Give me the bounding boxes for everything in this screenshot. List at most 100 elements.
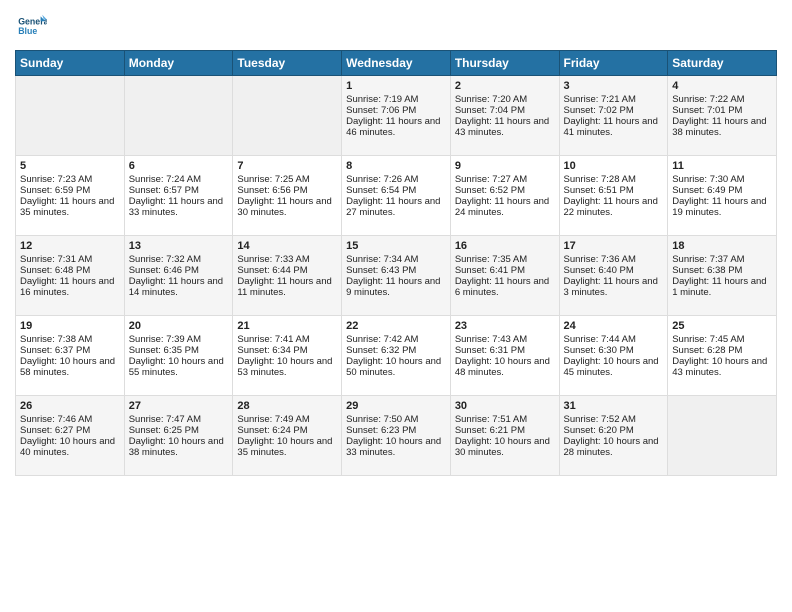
day-number: 23	[455, 320, 555, 332]
calendar-cell: 16 Sunrise: 7:35 AMSunset: 6:41 PMDayligh…	[450, 236, 559, 316]
sunset-text: Sunset: 6:21 PM	[455, 425, 555, 436]
header-day-wednesday: Wednesday	[342, 51, 451, 76]
day-number: 26	[20, 400, 120, 412]
sunrise-text: Sunrise: 7:46 AM	[20, 414, 120, 425]
calendar-cell	[233, 76, 342, 156]
sunrise-text: Sunrise: 7:43 AM	[455, 334, 555, 345]
sunrise-text: Sunrise: 7:27 AM	[455, 174, 555, 185]
calendar-cell: 29Sunrise: 7:50 AMSunset: 6:23 PMDayligh…	[342, 396, 451, 476]
sunrise-text: Sunrise: 7:41 AM	[237, 334, 337, 345]
week-row-1: 1Sunrise: 7:19 AMSunset: 7:06 PMDaylight…	[16, 76, 777, 156]
sunrise-text: Sunrise: 7:33 AM	[237, 254, 337, 265]
sunset-text: Sunset: 6:35 PM	[129, 345, 229, 356]
sunset-text: Sunset: 6:46 PM	[129, 265, 229, 276]
sunset-text: Sunset: 7:04 PM	[455, 105, 555, 116]
calendar-cell: 31Sunrise: 7:52 AMSunset: 6:20 PMDayligh…	[559, 396, 668, 476]
sunrise-text: Sunrise: 7:50 AM	[346, 414, 446, 425]
sunset-text: Sunset: 6:59 PM	[20, 185, 120, 196]
daylight-text: Daylight: 11 hours and 11 minutes.	[237, 276, 337, 298]
daylight-text: Daylight: 11 hours and 9 minutes.	[346, 276, 446, 298]
sunset-text: Sunset: 6:27 PM	[20, 425, 120, 436]
sunset-text: Sunset: 6:28 PM	[672, 345, 772, 356]
sunset-text: Sunset: 6:23 PM	[346, 425, 446, 436]
day-number: 27	[129, 400, 229, 412]
day-number: 21	[237, 320, 337, 332]
daylight-text: Daylight: 10 hours and 33 minutes.	[346, 436, 446, 458]
daylight-text: Daylight: 10 hours and 45 minutes.	[564, 356, 664, 378]
day-number: 18	[672, 240, 772, 252]
calendar-cell: 14Sunrise: 7:33 AMSunset: 6:44 PMDayligh…	[233, 236, 342, 316]
daylight-text: Daylight: 11 hours and 41 minutes.	[564, 116, 664, 138]
header: General Blue	[15, 10, 777, 42]
day-number: 31	[564, 400, 664, 412]
calendar-table: SundayMondayTuesdayWednesdayThursdayFrid…	[15, 50, 777, 476]
day-number: 19	[20, 320, 120, 332]
sunset-text: Sunset: 6:32 PM	[346, 345, 446, 356]
sunset-text: Sunset: 7:02 PM	[564, 105, 664, 116]
logo-icon: General Blue	[15, 10, 47, 42]
sunset-text: Sunset: 6:48 PM	[20, 265, 120, 276]
calendar-cell: 15Sunrise: 7:34 AMSunset: 6:43 PMDayligh…	[342, 236, 451, 316]
sunset-text: Sunset: 6:56 PM	[237, 185, 337, 196]
sunrise-text: Sunrise: 7:25 AM	[237, 174, 337, 185]
sunset-text: Sunset: 6:24 PM	[237, 425, 337, 436]
day-number: 28	[237, 400, 337, 412]
daylight-text: Daylight: 11 hours and 3 minutes.	[564, 276, 664, 298]
daylight-text: Daylight: 11 hours and 6 minutes.	[455, 276, 555, 298]
sunrise-text: Sunrise: 7:26 AM	[346, 174, 446, 185]
daylight-text: Daylight: 10 hours and 40 minutes.	[20, 436, 120, 458]
daylight-text: Daylight: 11 hours and 33 minutes.	[129, 196, 229, 218]
sunrise-text: Sunrise: 7:32 AM	[129, 254, 229, 265]
header-day-thursday: Thursday	[450, 51, 559, 76]
sunset-text: Sunset: 6:31 PM	[455, 345, 555, 356]
daylight-text: Daylight: 11 hours and 1 minute.	[672, 276, 772, 298]
daylight-text: Daylight: 11 hours and 14 minutes.	[129, 276, 229, 298]
calendar-cell: 2Sunrise: 7:20 AMSunset: 7:04 PMDaylight…	[450, 76, 559, 156]
sunrise-text: Sunrise: 7:37 AM	[672, 254, 772, 265]
day-number: 30	[455, 400, 555, 412]
daylight-text: Daylight: 10 hours and 50 minutes.	[346, 356, 446, 378]
sunrise-text: Sunrise: 7:19 AM	[346, 94, 446, 105]
svg-text:General: General	[18, 16, 47, 26]
day-number: 4	[672, 80, 772, 92]
sunset-text: Sunset: 6:25 PM	[129, 425, 229, 436]
calendar-cell: 22Sunrise: 7:42 AMSunset: 6:32 PMDayligh…	[342, 316, 451, 396]
day-number: 16	[455, 240, 555, 252]
calendar-cell: 5Sunrise: 7:23 AMSunset: 6:59 PMDaylight…	[16, 156, 125, 236]
sunrise-text: Sunrise: 7:38 AM	[20, 334, 120, 345]
logo: General Blue	[15, 10, 51, 42]
sunrise-text: Sunrise: 7:21 AM	[564, 94, 664, 105]
day-number: 7	[237, 160, 337, 172]
sunrise-text: Sunrise: 7:51 AM	[455, 414, 555, 425]
daylight-text: Daylight: 11 hours and 38 minutes.	[672, 116, 772, 138]
daylight-text: Daylight: 11 hours and 46 minutes.	[346, 116, 446, 138]
sunrise-text: Sunrise: 7:20 AM	[455, 94, 555, 105]
calendar-cell: 26 Sunrise: 7:46 AMSunset: 6:27 PMDayligh…	[16, 396, 125, 476]
sunrise-text: Sunrise: 7:47 AM	[129, 414, 229, 425]
sunset-text: Sunset: 6:30 PM	[564, 345, 664, 356]
header-day-saturday: Saturday	[668, 51, 777, 76]
page: General Blue SundayMondayTuesdayWednesda…	[0, 0, 792, 612]
daylight-text: Daylight: 10 hours and 53 minutes.	[237, 356, 337, 378]
daylight-text: Daylight: 11 hours and 16 minutes.	[20, 276, 120, 298]
daylight-text: Daylight: 10 hours and 55 minutes.	[129, 356, 229, 378]
day-number: 13	[129, 240, 229, 252]
calendar-cell: 9Sunrise: 7:27 AMSunset: 6:52 PMDaylight…	[450, 156, 559, 236]
daylight-text: Daylight: 10 hours and 38 minutes.	[129, 436, 229, 458]
daylight-text: Daylight: 11 hours and 43 minutes.	[455, 116, 555, 138]
sunrise-text: Sunrise: 7:52 AM	[564, 414, 664, 425]
daylight-text: Daylight: 11 hours and 19 minutes.	[672, 196, 772, 218]
sunrise-text: Sunrise: 7:35 AM	[455, 254, 555, 265]
sunrise-text: Sunrise: 7:42 AM	[346, 334, 446, 345]
calendar-header-row: SundayMondayTuesdayWednesdayThursdayFrid…	[16, 51, 777, 76]
daylight-text: Daylight: 11 hours and 27 minutes.	[346, 196, 446, 218]
week-row-2: 5Sunrise: 7:23 AMSunset: 6:59 PMDaylight…	[16, 156, 777, 236]
header-day-tuesday: Tuesday	[233, 51, 342, 76]
sunset-text: Sunset: 6:41 PM	[455, 265, 555, 276]
sunset-text: Sunset: 6:49 PM	[672, 185, 772, 196]
sunset-text: Sunset: 6:38 PM	[672, 265, 772, 276]
calendar-cell: 18 Sunrise: 7:37 AMSunset: 6:38 PMDayligh…	[668, 236, 777, 316]
day-number: 5	[20, 160, 120, 172]
sunset-text: Sunset: 6:34 PM	[237, 345, 337, 356]
daylight-text: Daylight: 10 hours and 30 minutes.	[455, 436, 555, 458]
